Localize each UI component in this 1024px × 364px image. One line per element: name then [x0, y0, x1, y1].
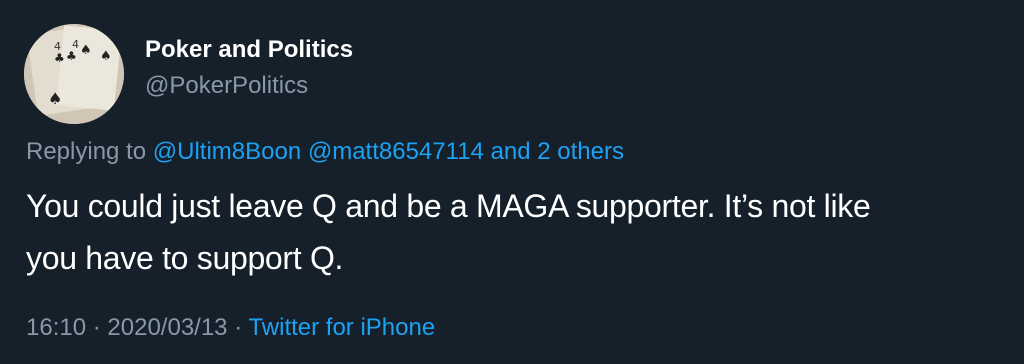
others-link[interactable]: and 2 others	[491, 138, 624, 165]
tweet-card: 4 4 ♣ ♣ ♠ ♠ ♠ Poker and Politics @PokerP…	[0, 0, 1024, 364]
tweet-text-line: You could just leave Q and be a MAGA sup…	[26, 188, 871, 224]
svg-text:♠: ♠	[48, 89, 62, 108]
tweet-text-line: you have to support Q.	[26, 240, 344, 276]
replying-to-label: Replying to	[26, 138, 147, 165]
replying-to: Replying to @Ultim8Boon @matt86547114 an…	[26, 138, 624, 166]
tweet-text: You could just leave Q and be a MAGA sup…	[26, 180, 986, 284]
tweet-time: 16:10	[26, 314, 87, 341]
svg-text:♠: ♠	[80, 43, 92, 58]
mention-link-matt86547114[interactable]: @matt86547114	[308, 138, 484, 165]
avatar[interactable]: 4 4 ♣ ♣ ♠ ♠ ♠	[24, 24, 124, 124]
tweet-source-link[interactable]: Twitter for iPhone	[248, 314, 435, 341]
mention-link-ultim8boon[interactable]: @Ultim8Boon	[153, 138, 301, 165]
meta-separator: ·	[92, 314, 101, 341]
meta-separator: ·	[234, 314, 243, 341]
svg-text:♣: ♣	[54, 51, 65, 65]
svg-text:♣: ♣	[66, 49, 77, 63]
svg-text:♠: ♠	[100, 49, 112, 64]
display-name[interactable]: Poker and Politics	[145, 36, 353, 64]
tweet-meta: 16:10 · 2020/03/13 · Twitter for iPhone	[26, 314, 435, 342]
user-handle[interactable]: @PokerPolitics	[145, 72, 308, 100]
playing-cards-avatar-icon: 4 4 ♣ ♣ ♠ ♠ ♠	[24, 24, 124, 124]
tweet-date: 2020/03/13	[107, 314, 228, 341]
